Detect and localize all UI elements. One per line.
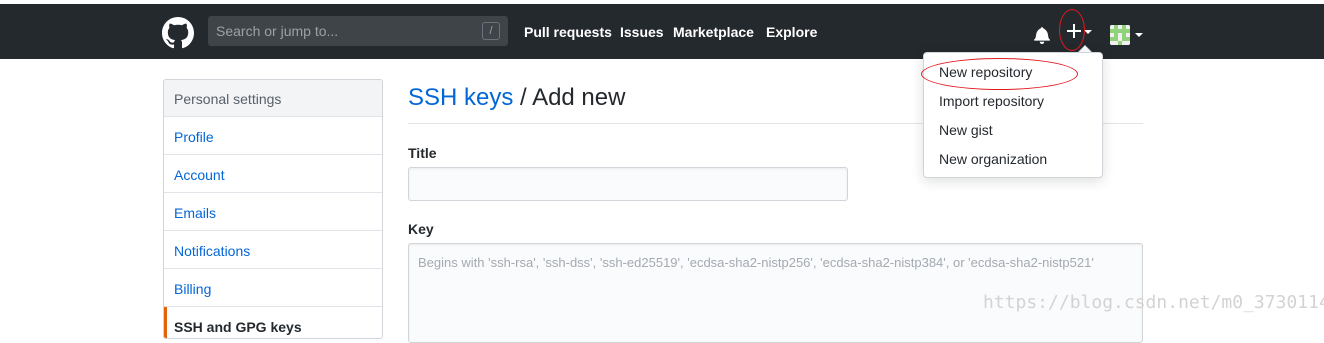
avatar bbox=[1110, 25, 1130, 45]
sidebar-title: Personal settings bbox=[164, 80, 382, 117]
watermark-text: https://blog.csdn.net/m0_37301141 bbox=[983, 292, 1324, 313]
identicon-icon bbox=[1110, 25, 1130, 45]
menu-item-new-organization[interactable]: New organization bbox=[939, 151, 1047, 167]
plus-icon bbox=[1067, 24, 1081, 38]
chevron-down-icon bbox=[1135, 33, 1143, 37]
search-input[interactable]: Search or jump to... / bbox=[208, 16, 508, 46]
header-bar: Search or jump to... / Pull requests Iss… bbox=[0, 4, 1324, 59]
search-placeholder: Search or jump to... bbox=[216, 23, 339, 39]
nav-issues[interactable]: Issues bbox=[620, 24, 664, 40]
breadcrumb-separator: / bbox=[513, 84, 533, 111]
sidebar-item-ssh-gpg-keys[interactable]: SSH and GPG keys bbox=[164, 307, 382, 338]
menu-item-import-repository[interactable]: Import repository bbox=[939, 93, 1044, 109]
chevron-down-icon bbox=[1084, 30, 1092, 34]
key-placeholder: Begins with 'ssh-rsa', 'ssh-dss', 'ssh-e… bbox=[418, 255, 1094, 270]
search-shortcut-key: / bbox=[482, 22, 500, 40]
nav-explore[interactable]: Explore bbox=[766, 24, 817, 40]
nav-marketplace[interactable]: Marketplace bbox=[673, 24, 754, 40]
sidebar-item-emails[interactable]: Emails bbox=[164, 193, 382, 231]
sidebar-item-notifications[interactable]: Notifications bbox=[164, 231, 382, 269]
page-title: SSH keys / Add new bbox=[408, 84, 625, 112]
settings-sidebar: Personal settings Profile Account Emails… bbox=[163, 79, 383, 339]
github-logo-icon[interactable] bbox=[162, 17, 194, 49]
breadcrumb-ssh-keys-link[interactable]: SSH keys bbox=[408, 84, 513, 111]
notifications-bell-icon[interactable] bbox=[1034, 26, 1050, 44]
menu-item-new-repository[interactable]: New repository bbox=[939, 64, 1032, 80]
user-menu-button[interactable] bbox=[1110, 25, 1146, 45]
sidebar-item-profile[interactable]: Profile bbox=[164, 117, 382, 155]
sidebar-item-account[interactable]: Account bbox=[164, 155, 382, 193]
breadcrumb-current: Add new bbox=[532, 84, 626, 111]
title-label: Title bbox=[408, 145, 437, 161]
key-label: Key bbox=[408, 221, 434, 237]
title-field[interactable] bbox=[408, 167, 848, 201]
nav-pull-requests[interactable]: Pull requests bbox=[524, 24, 612, 40]
sidebar-item-billing[interactable]: Billing bbox=[164, 269, 382, 307]
menu-item-new-gist[interactable]: New gist bbox=[939, 122, 993, 138]
create-new-dropdown: New repository Import repository New gis… bbox=[923, 52, 1103, 178]
